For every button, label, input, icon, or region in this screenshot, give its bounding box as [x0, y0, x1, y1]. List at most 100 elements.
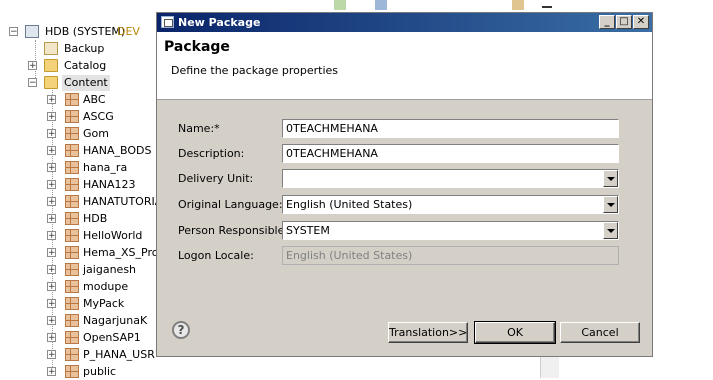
description-label: Description: [178, 147, 245, 160]
expand-toggle[interactable]: + [47, 333, 56, 343]
expand-toggle[interactable]: + [47, 299, 56, 309]
tree-node-package[interactable]: + HANA123 [47, 177, 157, 193]
logon-locale-label: Logon Locale: [178, 249, 254, 262]
tree-node-label: HANA123 [83, 178, 136, 191]
tree-node-package[interactable]: + ABC [47, 92, 157, 108]
name-label: Name:* [178, 122, 220, 135]
description-field[interactable]: 0TEACHMEHANA [282, 144, 619, 163]
person-responsible-value: SYSTEM [286, 224, 330, 237]
dialog-header: Package Define the package properties [157, 32, 652, 100]
background-editor-area [653, 0, 713, 378]
chevron-down-icon[interactable] [603, 196, 618, 213]
tree-node-package[interactable]: + hana_ra [47, 160, 157, 176]
tree-node-package[interactable]: + P_HANA_USR7 [47, 347, 157, 363]
expand-toggle[interactable]: + [47, 282, 56, 292]
package-icon [65, 263, 79, 276]
tree-node-label: HANATUTORIA [83, 195, 157, 208]
translation-button[interactable]: Translation>> [388, 322, 468, 343]
expand-toggle[interactable]: + [47, 95, 56, 105]
expand-toggle[interactable]: + [47, 129, 56, 139]
tree-node-label: ABC [83, 93, 106, 106]
name-field[interactable]: 0TEACHMEHANA [282, 119, 619, 138]
expand-toggle[interactable]: + [47, 146, 56, 156]
background-scrollbar[interactable] [540, 355, 559, 378]
person-responsible-select[interactable]: SYSTEM [282, 221, 619, 240]
package-icon [65, 161, 79, 174]
close-button[interactable]: ✕ [633, 15, 649, 29]
toolbar-icon[interactable] [512, 0, 524, 10]
original-language-select[interactable]: English (United States) [282, 195, 619, 214]
package-icon [65, 127, 79, 140]
repository-tree: − HDB (SYSTEM) DEV Backup + Catalog − Co… [0, 0, 157, 378]
tree-node-package[interactable]: + HANATUTORIA [47, 194, 157, 210]
expand-toggle[interactable]: + [47, 248, 56, 258]
dialog-title: New Package [178, 16, 261, 29]
delivery-unit-label: Delivery Unit: [178, 172, 254, 185]
maximize-button[interactable]: □ [616, 15, 632, 29]
expand-toggle[interactable]: + [47, 231, 56, 241]
expand-toggle[interactable]: + [47, 214, 56, 224]
background-toolbar [330, 0, 555, 12]
backup-icon [44, 42, 58, 55]
tree-node-package[interactable]: + NagarjunaK [47, 313, 157, 329]
tree-node-package[interactable]: + Gom [47, 126, 157, 142]
ok-button[interactable]: OK [474, 321, 556, 344]
expand-toggle[interactable]: + [47, 180, 56, 190]
tree-node-label: OpenSAP1 [83, 331, 141, 344]
package-icon [65, 93, 79, 106]
tree-node-label: hana_ra [83, 161, 128, 174]
database-system-icon [25, 25, 39, 38]
minimize-button[interactable]: _ [599, 15, 615, 29]
delivery-unit-select[interactable] [282, 169, 619, 188]
tree-node-label: modupe [83, 280, 129, 293]
package-icon [65, 365, 79, 378]
expand-toggle[interactable]: + [47, 265, 56, 275]
window-icon [161, 16, 174, 28]
expand-toggle[interactable]: + [47, 367, 56, 377]
minimize-icon[interactable] [542, 6, 552, 8]
tree-node-label: ASCG [83, 110, 114, 123]
folder-icon [44, 59, 58, 72]
collapse-toggle[interactable]: − [28, 78, 37, 88]
collapse-toggle[interactable]: − [9, 27, 18, 37]
chevron-down-icon[interactable] [603, 222, 618, 239]
package-icon [65, 229, 79, 242]
toolbar-icon[interactable] [375, 0, 387, 10]
logon-locale-field: English (United States) [282, 246, 619, 265]
expand-toggle[interactable]: + [47, 112, 56, 122]
original-language-label: Original Language: [178, 198, 283, 211]
tree-node-package[interactable]: + ASCG [47, 109, 157, 125]
header-description: Define the package properties [171, 64, 339, 77]
package-icon [65, 110, 79, 123]
tree-node-package[interactable]: + OpenSAP1 [47, 330, 157, 346]
tree-node-package[interactable]: + modupe [47, 279, 157, 295]
tree-node-label: HDB (SYSTEM) [45, 25, 126, 38]
package-icon [65, 212, 79, 225]
cancel-button[interactable]: Cancel [560, 322, 640, 343]
tree-node-package[interactable]: + HANA_BODS [47, 143, 157, 159]
tree-node-package[interactable]: + HDB [47, 211, 157, 227]
package-icon [65, 280, 79, 293]
expand-toggle[interactable]: + [47, 197, 56, 207]
tree-node-package[interactable]: + jaiganesh [47, 262, 157, 278]
tree-node-label: P_HANA_USR7 [83, 348, 157, 361]
expand-toggle[interactable]: + [47, 316, 56, 326]
expand-toggle[interactable]: + [47, 350, 56, 360]
tree-node-package[interactable]: + Hema_XS_Proj [47, 245, 157, 261]
original-language-value: English (United States) [286, 198, 413, 211]
dialog-titlebar[interactable]: New Package _ □ ✕ [157, 13, 652, 32]
new-package-dialog: New Package _ □ ✕ Package Define the pac… [156, 12, 653, 357]
package-icon [65, 331, 79, 344]
folder-open-icon [44, 76, 58, 89]
help-icon[interactable]: ? [172, 321, 190, 339]
chevron-down-icon[interactable] [603, 170, 618, 187]
header-title: Package [164, 39, 230, 55]
expand-toggle[interactable]: + [28, 61, 37, 71]
tree-node-label: Content [62, 75, 110, 91]
toolbar-icon[interactable] [334, 0, 346, 10]
package-icon [65, 297, 79, 310]
tree-node-package[interactable]: + MyPack [47, 296, 157, 312]
package-icon [65, 178, 79, 191]
tree-node-package[interactable]: + HelloWorld [47, 228, 157, 244]
expand-toggle[interactable]: + [47, 163, 56, 173]
